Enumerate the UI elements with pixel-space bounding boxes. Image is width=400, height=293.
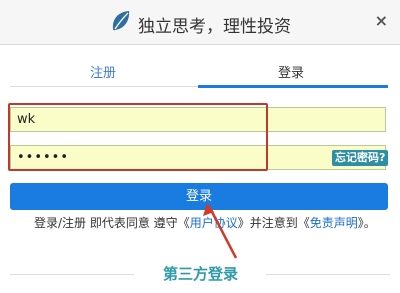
disclaimer-link[interactable]: 免责声明 xyxy=(310,216,358,230)
leaf-logo-icon xyxy=(112,11,130,31)
agreement-text: 登录/注册 即代表同意 遵守《用户协议》并注意到《免责声明》。 xyxy=(34,214,376,231)
dialog-header: 独立思考，理性投资 × xyxy=(0,0,400,45)
third-party-login-heading: 第三方登录 xyxy=(163,265,239,283)
user-agreement-link[interactable]: 用户协议 xyxy=(190,216,238,230)
agreement-prefix: 登录/注册 即代表同意 遵守《 xyxy=(34,216,190,230)
forgot-password-link[interactable]: 忘记密码? xyxy=(332,150,389,166)
agreement-middle: 》并注意到《 xyxy=(237,216,310,230)
divider-right xyxy=(266,274,390,275)
login-button[interactable]: 登录 xyxy=(10,183,388,210)
tab-register[interactable]: 注册 xyxy=(10,62,196,81)
divider-left xyxy=(10,274,134,275)
annotation-highlight-box xyxy=(8,103,268,171)
tab-active-indicator xyxy=(198,85,388,88)
agreement-suffix: 》。 xyxy=(357,216,376,230)
dialog-title: 独立思考，理性投资 xyxy=(138,17,291,37)
tab-login[interactable]: 登录 xyxy=(198,62,384,81)
close-icon[interactable]: × xyxy=(375,11,388,30)
